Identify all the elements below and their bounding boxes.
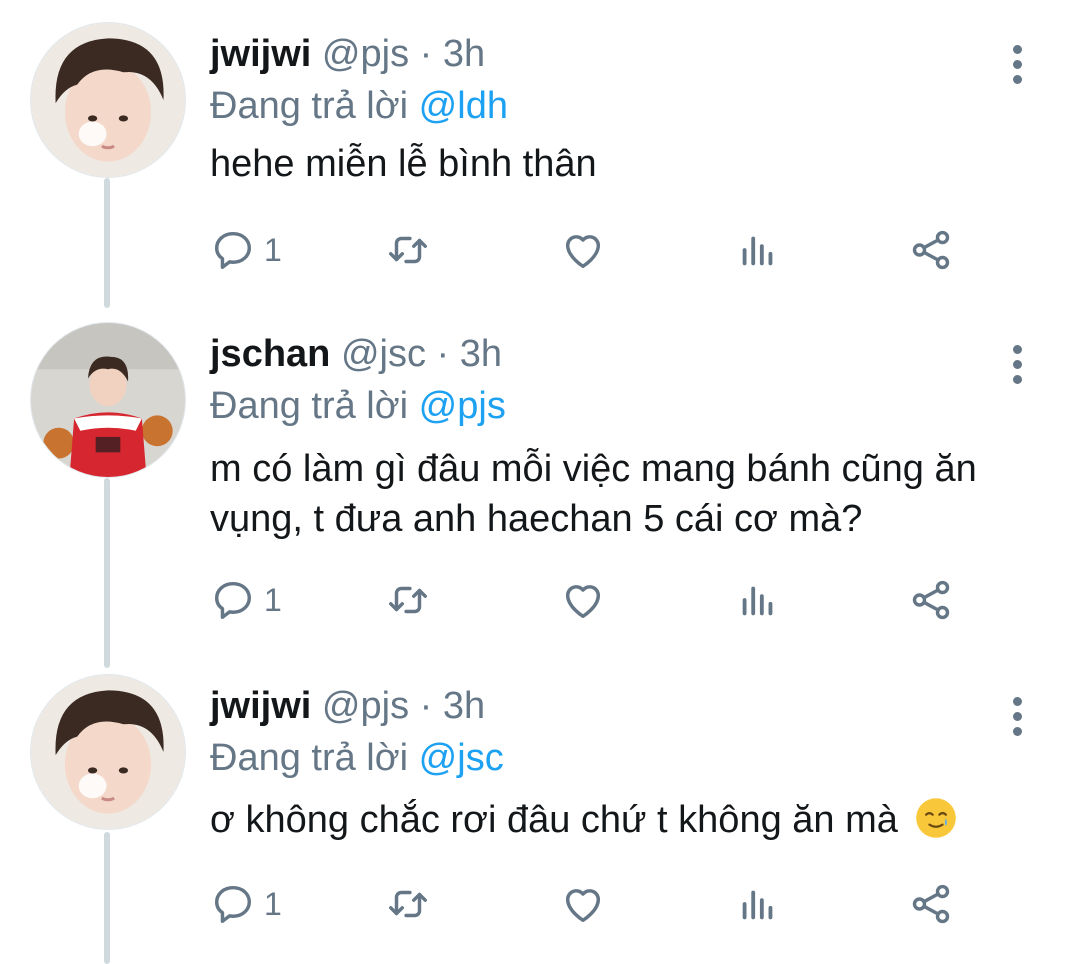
avatar-image [31,675,185,829]
avatar-image [31,23,185,177]
like-button[interactable] [560,874,606,934]
separator: · [419,33,433,75]
reply-count: 1 [264,581,282,618]
more-vertical-icon[interactable] [1000,686,1034,746]
replying-to-label: Đang trả lời [210,85,409,127]
tweet-text: m có làm gì đâu mỗi việc mang bánh cũng … [210,448,977,540]
retweet-icon [389,890,427,918]
tweet-header: jwijwi @pjs · 3h [210,30,485,78]
stats-button[interactable] [735,874,781,934]
tweet-header: jwijwi @pjs · 3h [210,682,485,730]
display-name[interactable]: jwijwi [210,685,311,727]
more-vertical-icon[interactable] [1000,34,1034,94]
reply-count: 1 [264,885,282,922]
timestamp[interactable]: 3h [443,33,485,75]
replying-to: Đang trả lời @jsc [210,734,504,782]
separator: · [436,333,450,375]
reply-icon [214,231,252,269]
stats-button[interactable] [735,570,781,630]
stats-icon [742,890,773,920]
avatar[interactable] [30,322,186,478]
retweet-button[interactable] [385,570,431,630]
tweet-text: hehe miễn lễ bình thân [210,143,597,185]
handle[interactable]: @pjs [322,685,409,727]
share-icon [912,884,950,924]
heart-icon [565,585,601,619]
display-name[interactable]: jschan [210,333,330,375]
separator: · [419,685,433,727]
share-icon [912,230,950,270]
tweet-actions: 1 [210,220,990,280]
avatar[interactable] [30,674,186,830]
share-button[interactable] [908,220,954,280]
replying-to: Đang trả lời @pjs [210,382,506,430]
mention-link[interactable]: @ldh [419,85,508,127]
share-button[interactable] [908,874,954,934]
timestamp[interactable]: 3h [443,685,485,727]
retweet-button[interactable] [385,874,431,934]
reply-icon [214,885,252,923]
stats-icon [742,586,773,616]
stats-button[interactable] [735,220,781,280]
replying-to-label: Đang trả lời [210,385,409,427]
tweet-text: ơ không chắc rơi đâu chứ t không ăn mà [210,799,898,841]
avatar[interactable] [30,22,186,178]
replying-to-label: Đang trả lời [210,737,409,779]
tweet[interactable]: jschan @jsc · 3h Đang trả lời @pjs m có … [0,322,1080,642]
tweet[interactable]: jwijwi @pjs · 3h Đang trả lời @jsc ơ khô… [0,674,1080,964]
timestamp[interactable]: 3h [460,333,502,375]
tweet-actions: 1 [210,570,990,630]
handle[interactable]: @jsc [341,333,426,375]
reply-button[interactable]: 1 [210,220,282,280]
more-vertical-icon[interactable] [1000,334,1034,394]
replying-to: Đang trả lời @ldh [210,82,508,130]
avatar-image [31,323,185,477]
reply-button[interactable]: 1 [210,570,282,630]
tweet-actions: 1 [210,874,990,934]
tweet-header: jschan @jsc · 3h [210,330,502,378]
handle[interactable]: @pjs [322,33,409,75]
like-button[interactable] [560,220,606,280]
heart-icon [565,889,601,923]
tweet-text-row: ơ không chắc rơi đâu chứ t không ăn mà [210,796,1050,844]
retweet-button[interactable] [385,220,431,280]
retweet-icon [389,236,427,264]
reply-icon [214,581,252,619]
display-name[interactable]: jwijwi [210,33,311,75]
tweet[interactable]: jwijwi @pjs · 3h Đang trả lời @ldh hehe … [0,22,1080,292]
mention-link[interactable]: @jsc [419,737,504,779]
share-icon [912,580,950,620]
like-button[interactable] [560,570,606,630]
reply-button[interactable]: 1 [210,874,282,934]
retweet-icon [389,586,427,614]
reply-count: 1 [264,231,282,268]
share-button[interactable] [908,570,954,630]
mention-link[interactable]: @pjs [419,385,506,427]
stats-icon [742,236,773,266]
heart-icon [565,235,601,269]
smiling-face-with-tear-icon [916,798,957,838]
